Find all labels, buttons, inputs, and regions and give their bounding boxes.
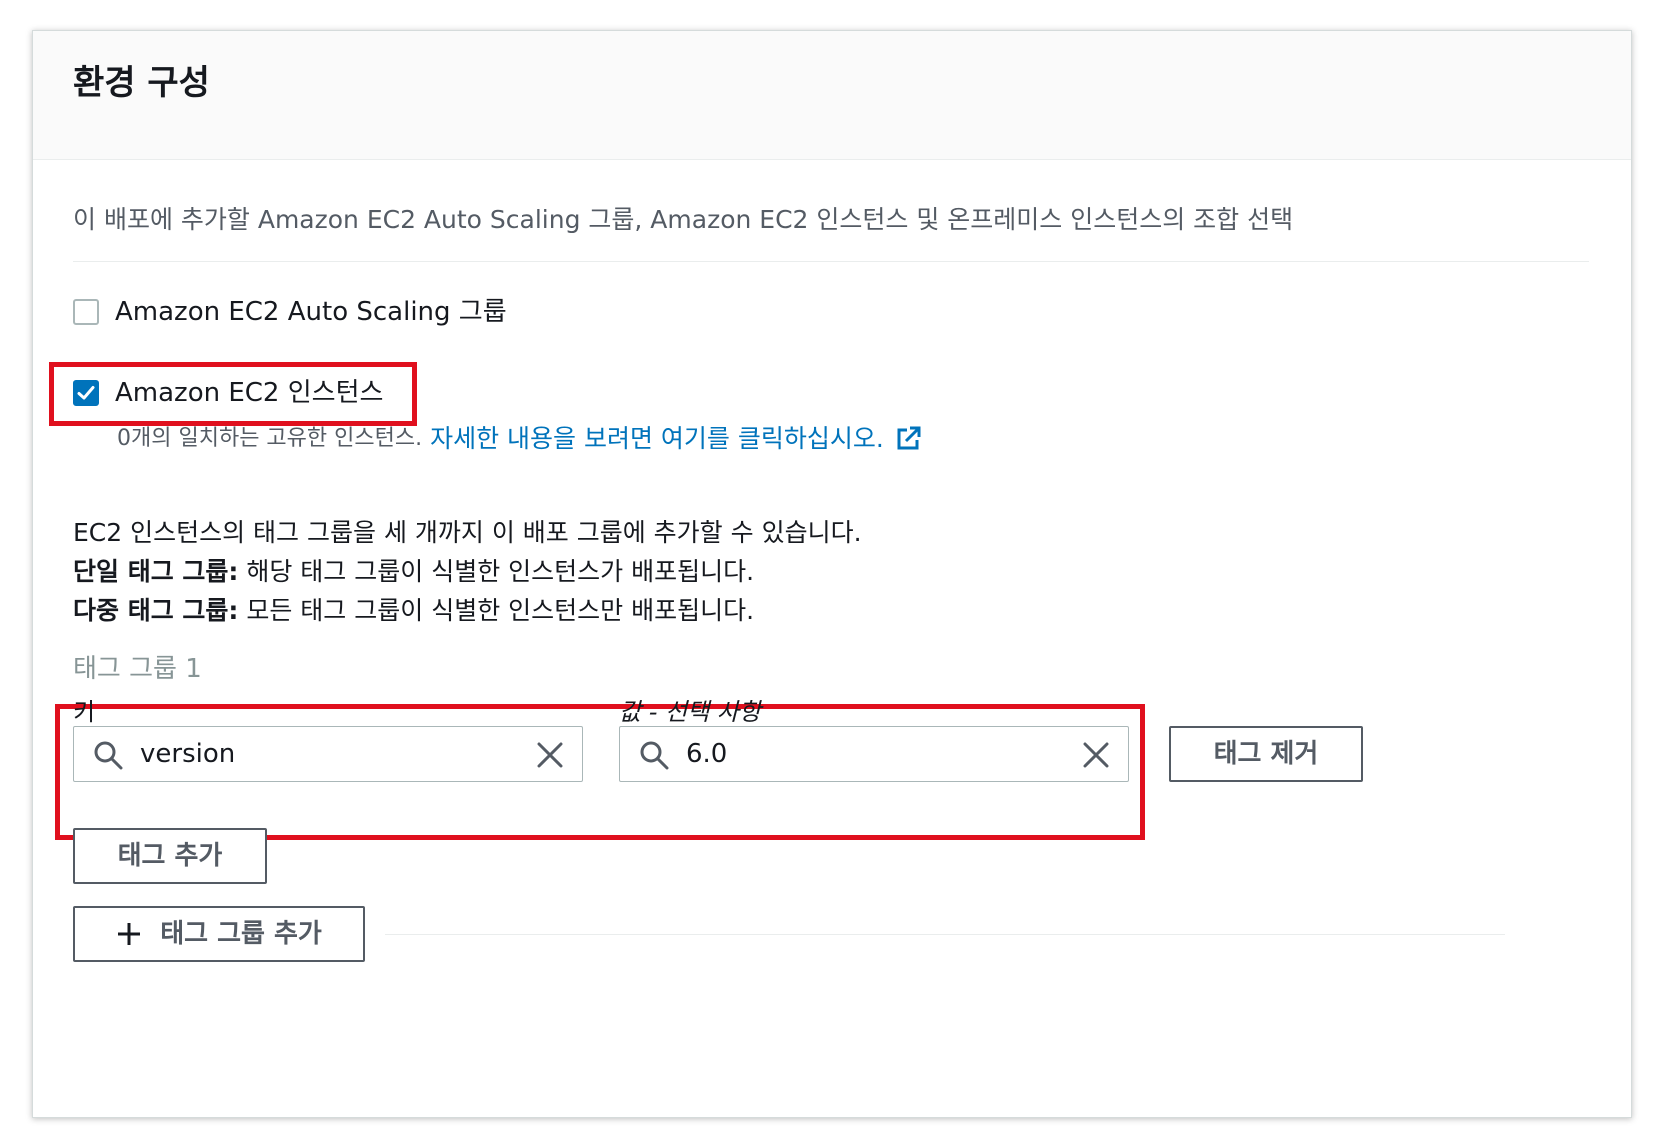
plus-icon bbox=[118, 923, 141, 945]
key-label: 키 bbox=[73, 698, 96, 726]
match-info: 0개의 일치하는 고유한 인스턴스. 자세한 내용을 보려면 여기를 클릭하십시… bbox=[117, 423, 922, 455]
tag-value-input[interactable]: 6.0 bbox=[619, 726, 1129, 782]
add-tag-button[interactable]: 태그 추가 bbox=[73, 828, 267, 884]
external-link-icon[interactable] bbox=[894, 425, 922, 453]
environment-config-panel: 환경 구성 이 배포에 추가할 Amazon EC2 Auto Scaling … bbox=[32, 30, 1632, 1118]
search-icon bbox=[640, 741, 669, 770]
ec2-option[interactable]: Amazon EC2 인스턴스 bbox=[73, 376, 383, 410]
asg-checkbox-label[interactable]: Amazon EC2 Auto Scaling 그룹 bbox=[115, 295, 507, 329]
ec2-checkbox[interactable] bbox=[73, 380, 99, 406]
match-count-text: 0개의 일치하는 고유한 인스턴스. bbox=[117, 426, 423, 451]
divider bbox=[73, 261, 1589, 262]
add-tag-group-button[interactable]: 태그 그룹 추가 bbox=[73, 906, 365, 962]
close-icon[interactable] bbox=[534, 739, 566, 771]
checkmark-icon bbox=[77, 386, 95, 400]
value-label: 값 - 선택 사항 bbox=[619, 698, 761, 726]
tag-value-value[interactable]: 6.0 bbox=[686, 736, 727, 772]
help-line-multi: 다중 태그 그룹: 모든 태그 그룹이 식별한 인스턴스만 배포됩니다. bbox=[73, 591, 862, 630]
close-icon[interactable] bbox=[1080, 739, 1112, 771]
multi-tag-group-text: 모든 태그 그룹이 식별한 인스턴스만 배포됩니다. bbox=[238, 596, 755, 625]
add-tag-group-label[interactable]: 태그 그룹 추가 bbox=[160, 917, 322, 951]
tag-group-title: 태그 그룹 1 bbox=[73, 654, 202, 684]
single-tag-group-text: 해당 태그 그룹이 식별한 인스턴스가 배포됩니다. bbox=[238, 557, 755, 586]
tag-key-value[interactable]: version bbox=[140, 736, 235, 772]
details-link[interactable]: 자세한 내용을 보려면 여기를 클릭하십시오. bbox=[430, 423, 884, 455]
single-tag-group-label: 단일 태그 그룹: bbox=[73, 557, 239, 586]
asg-checkbox[interactable] bbox=[73, 299, 99, 325]
panel-description: 이 배포에 추가할 Amazon EC2 Auto Scaling 그룹, Am… bbox=[73, 205, 1294, 234]
remove-tag-button[interactable]: 태그 제거 bbox=[1169, 726, 1363, 782]
panel-header: 환경 구성 bbox=[33, 31, 1631, 160]
asg-option[interactable]: Amazon EC2 Auto Scaling 그룹 bbox=[73, 295, 507, 329]
divider bbox=[385, 934, 1505, 935]
tag-key-input[interactable]: version bbox=[73, 726, 583, 782]
tag-group-help: EC2 인스턴스의 태그 그룹을 세 개까지 이 배포 그룹에 추가할 수 있습… bbox=[73, 513, 862, 630]
search-icon bbox=[94, 741, 123, 770]
ec2-checkbox-label[interactable]: Amazon EC2 인스턴스 bbox=[115, 376, 383, 410]
multi-tag-group-label: 다중 태그 그룹: bbox=[73, 596, 239, 625]
help-line-single: 단일 태그 그룹: 해당 태그 그룹이 식별한 인스턴스가 배포됩니다. bbox=[73, 552, 862, 591]
panel-title: 환경 구성 bbox=[73, 63, 210, 103]
help-line-1: EC2 인스턴스의 태그 그룹을 세 개까지 이 배포 그룹에 추가할 수 있습… bbox=[73, 518, 862, 547]
